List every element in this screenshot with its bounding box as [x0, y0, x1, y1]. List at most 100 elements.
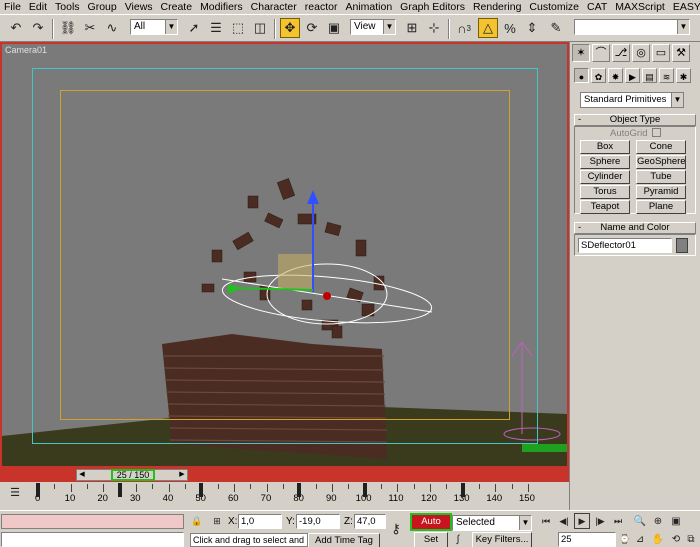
select-object-icon[interactable]: ➚: [184, 18, 204, 38]
object-color-swatch[interactable]: [676, 238, 688, 253]
auto-key-button[interactable]: Auto Key: [410, 513, 452, 541]
select-move-icon[interactable]: ✥: [280, 18, 300, 38]
box-button[interactable]: Box: [580, 140, 630, 154]
open-mini-curve-editor-icon[interactable]: ☰: [6, 484, 24, 500]
play-icon[interactable]: ▶: [574, 513, 590, 529]
trackbar[interactable]: ☰ 0 10 20 30 40 50 60 70 80 90 100 110 120 130 140 150: [0, 482, 569, 510]
display-tab-icon[interactable]: ▭: [652, 44, 670, 62]
time-slider-track[interactable]: ◀ 25 / 150 ▶: [76, 469, 188, 481]
teapot-button[interactable]: Teapot: [580, 200, 630, 214]
maximize-viewport-icon[interactable]: ⧉: [684, 531, 698, 547]
geometry-icon[interactable]: ●: [574, 68, 589, 83]
cameras-icon[interactable]: ▶: [625, 68, 640, 83]
current-frame-field[interactable]: 25: [558, 532, 616, 547]
window-crossing-icon[interactable]: ◫: [250, 18, 270, 38]
systems-icon[interactable]: ✱: [676, 68, 691, 83]
menu-views[interactable]: Views: [125, 1, 153, 13]
geosphere-button[interactable]: GeoSphere: [636, 155, 686, 169]
time-slider-thumb[interactable]: 25 / 150: [111, 469, 155, 481]
selected-dropdown[interactable]: Selected ▼: [452, 515, 532, 531]
object-name-field[interactable]: SDeflector01: [578, 238, 672, 253]
select-rotate-icon[interactable]: ⟳: [302, 18, 322, 38]
pan-view-icon[interactable]: ✋: [650, 531, 666, 547]
menu-rendering[interactable]: Rendering: [473, 1, 521, 13]
next-frame-icon[interactable]: ▶: [177, 470, 187, 480]
motion-tab-icon[interactable]: ◎: [632, 44, 650, 62]
go-to-end-icon[interactable]: ⏭: [610, 513, 626, 529]
sphere-button[interactable]: Sphere: [580, 155, 630, 169]
hierarchy-tab-icon[interactable]: ⎇: [612, 44, 630, 62]
utilities-tab-icon[interactable]: ⚒: [672, 44, 690, 62]
field-of-view-icon[interactable]: ⊿: [632, 531, 648, 547]
animation-key-marker[interactable]: [199, 483, 204, 497]
go-to-start-icon[interactable]: ⏮: [538, 513, 554, 529]
zoom-icon[interactable]: 🔍: [632, 513, 648, 529]
percent-snap-icon[interactable]: %: [500, 18, 520, 38]
menu-group[interactable]: Group: [88, 1, 117, 13]
zoom-extents-icon[interactable]: ▣: [668, 513, 684, 529]
add-time-tag-button[interactable]: Add Time Tag: [308, 533, 380, 547]
pivot-center-icon[interactable]: ⊞: [402, 18, 422, 38]
unlink-icon[interactable]: ✂: [80, 18, 100, 38]
modify-tab-icon[interactable]: ⌒: [592, 44, 610, 62]
menu-reactor[interactable]: reactor: [305, 1, 338, 13]
set-key-mode-icon[interactable]: ⚷: [386, 521, 406, 537]
bind-space-warp-icon[interactable]: ∿: [102, 18, 122, 38]
animation-key-marker[interactable]: [297, 483, 302, 497]
maxscript-output[interactable]: [1, 532, 184, 547]
key-tangent-icon[interactable]: ∫: [450, 531, 466, 547]
lock-selection-icon[interactable]: 🔒: [190, 513, 204, 529]
snap-toggle-icon[interactable]: ∩ 3: [454, 18, 474, 38]
cylinder-button[interactable]: Cylinder: [580, 170, 630, 184]
create-tab-icon[interactable]: ✶: [572, 44, 590, 62]
previous-frame-icon[interactable]: ◀: [77, 470, 87, 480]
helpers-icon[interactable]: ▤: [642, 68, 657, 83]
animation-key-marker[interactable]: [117, 483, 122, 497]
animation-key-marker[interactable]: [362, 483, 367, 497]
animation-key-marker[interactable]: [36, 483, 40, 497]
next-key-icon[interactable]: |▶: [592, 513, 608, 529]
tube-button[interactable]: Tube: [636, 170, 686, 184]
edit-named-selections-icon[interactable]: ✎: [546, 18, 566, 38]
rectangular-selection-icon[interactable]: ⬚: [228, 18, 248, 38]
cone-button[interactable]: Cone: [636, 140, 686, 154]
lights-icon[interactable]: ✸: [608, 68, 623, 83]
pyramid-button[interactable]: Pyramid: [636, 185, 686, 199]
menu-edit[interactable]: Edit: [29, 1, 47, 13]
menu-modifiers[interactable]: Modifiers: [200, 1, 243, 13]
zoom-all-icon[interactable]: ⊕: [650, 513, 666, 529]
angle-snap-icon[interactable]: △: [478, 18, 498, 38]
select-scale-icon[interactable]: ▣: [324, 18, 344, 38]
selection-filter-dropdown[interactable]: All ▼: [130, 19, 178, 35]
manipulate-icon[interactable]: ⊹: [424, 18, 444, 38]
autogrid-checkbox[interactable]: [652, 128, 661, 137]
y-coord-field[interactable]: -19,0: [296, 514, 340, 529]
orbit-icon[interactable]: ⟲: [668, 531, 684, 547]
menu-maxscript[interactable]: MAXScript: [615, 1, 665, 13]
menu-file[interactable]: File: [4, 1, 21, 13]
menu-tools[interactable]: Tools: [55, 1, 80, 13]
animation-key-marker[interactable]: [460, 483, 465, 497]
plane-button[interactable]: Plane: [636, 200, 686, 214]
redo-icon[interactable]: ↷: [28, 18, 48, 38]
z-coord-field[interactable]: 47,0: [354, 514, 386, 529]
category-dropdown[interactable]: Standard Primitives ▼: [580, 92, 684, 108]
shapes-icon[interactable]: ✿: [591, 68, 606, 83]
undo-icon[interactable]: ↶: [6, 18, 26, 38]
set-key-button[interactable]: Set Key: [414, 532, 448, 547]
viewport-label[interactable]: Camera01: [5, 45, 47, 55]
menu-character[interactable]: Character: [251, 1, 297, 13]
previous-key-icon[interactable]: ◀|: [556, 513, 572, 529]
space-warps-icon[interactable]: ≋: [659, 68, 674, 83]
maxscript-listener-mini[interactable]: [1, 514, 184, 529]
select-by-name-icon[interactable]: ☰: [206, 18, 226, 38]
absolute-mode-icon[interactable]: ⊞: [210, 513, 224, 529]
menu-create[interactable]: Create: [161, 1, 193, 13]
spinner-snap-icon[interactable]: ⇕: [522, 18, 542, 38]
menu-customize[interactable]: Customize: [529, 1, 579, 13]
menu-easynat[interactable]: EASYnat: [673, 1, 700, 13]
x-coord-field[interactable]: 1,0: [238, 514, 282, 529]
object-type-rollout-header[interactable]: - Object Type: [574, 114, 696, 126]
menu-graph-editors[interactable]: Graph Editors: [400, 1, 465, 13]
torus-button[interactable]: Torus: [580, 185, 630, 199]
